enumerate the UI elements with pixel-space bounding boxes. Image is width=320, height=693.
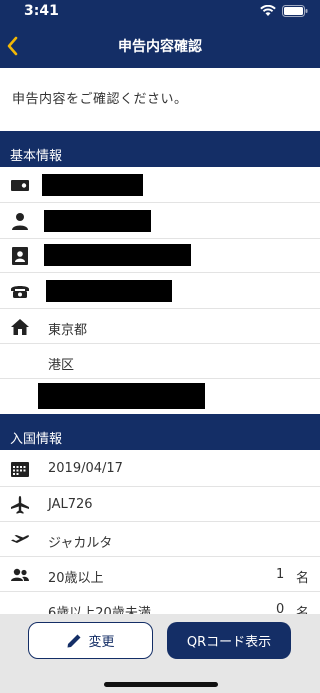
show-qr-code-button[interactable]: QRコード表示 xyxy=(167,622,291,659)
flight-number: JAL726 xyxy=(48,497,93,512)
intro-section: 申告内容をご確認ください。 xyxy=(0,68,320,131)
redacted-phone xyxy=(46,280,172,302)
section-title-entry: 入国情報 xyxy=(10,432,63,447)
airplane-icon xyxy=(10,495,30,515)
nav-bar: 申告内容確認 xyxy=(0,24,320,68)
row-city: 港区 xyxy=(0,344,320,379)
redacted-name xyxy=(44,210,151,232)
page-title: 申告内容確認 xyxy=(118,39,202,55)
adults-label: 20歳以上 xyxy=(48,571,104,586)
row-prefecture: 東京都 xyxy=(0,309,320,344)
redacted-id xyxy=(44,244,191,266)
city-value: 港区 xyxy=(48,358,75,373)
show-qr-code-label: QRコード表示 xyxy=(186,635,272,650)
status-time: 3:41 xyxy=(24,3,59,19)
section-header-entry: 入国情報 xyxy=(0,414,320,450)
adults-count: 1 xyxy=(276,567,285,582)
prefecture-value: 東京都 xyxy=(48,323,88,338)
calendar-icon xyxy=(10,459,30,479)
section-title-basic: 基本情報 xyxy=(10,149,63,164)
redacted-address xyxy=(38,383,205,409)
row-adults: 20歳以上 1 名 xyxy=(0,557,320,592)
home-icon xyxy=(10,317,30,337)
person-icon xyxy=(10,211,30,231)
row-name xyxy=(0,203,320,239)
people-icon xyxy=(10,565,30,585)
phone-icon xyxy=(10,281,30,301)
row-phone xyxy=(0,273,320,309)
row-id xyxy=(0,239,320,273)
battery-icon xyxy=(282,5,308,17)
intro-text: 申告内容をご確認ください。 xyxy=(12,92,188,107)
contact-card-icon xyxy=(10,246,30,266)
row-date: 2019/04/17 xyxy=(0,450,320,487)
home-indicator xyxy=(104,682,218,687)
entry-date: 2019/04/17 xyxy=(48,461,123,476)
row-origin: ジャカルタ xyxy=(0,522,320,557)
row-passport xyxy=(0,167,320,203)
origin-value: ジャカルタ xyxy=(48,536,113,551)
status-bar: 3:41 xyxy=(0,0,320,24)
pencil-icon xyxy=(67,634,81,647)
row-address xyxy=(0,379,320,414)
bottom-action-bar: 変更 QRコード表示 xyxy=(0,614,320,693)
section-header-basic: 基本情報 xyxy=(0,131,320,167)
wifi-icon xyxy=(260,5,276,17)
row-flight: JAL726 xyxy=(0,487,320,522)
adults-unit: 名 xyxy=(296,571,310,586)
edit-button-label: 変更 xyxy=(88,635,115,650)
edit-button[interactable]: 変更 xyxy=(28,622,153,659)
status-icons xyxy=(260,5,308,17)
passport-icon xyxy=(10,175,30,195)
redacted-passport xyxy=(42,174,143,196)
departure-icon xyxy=(10,530,30,550)
